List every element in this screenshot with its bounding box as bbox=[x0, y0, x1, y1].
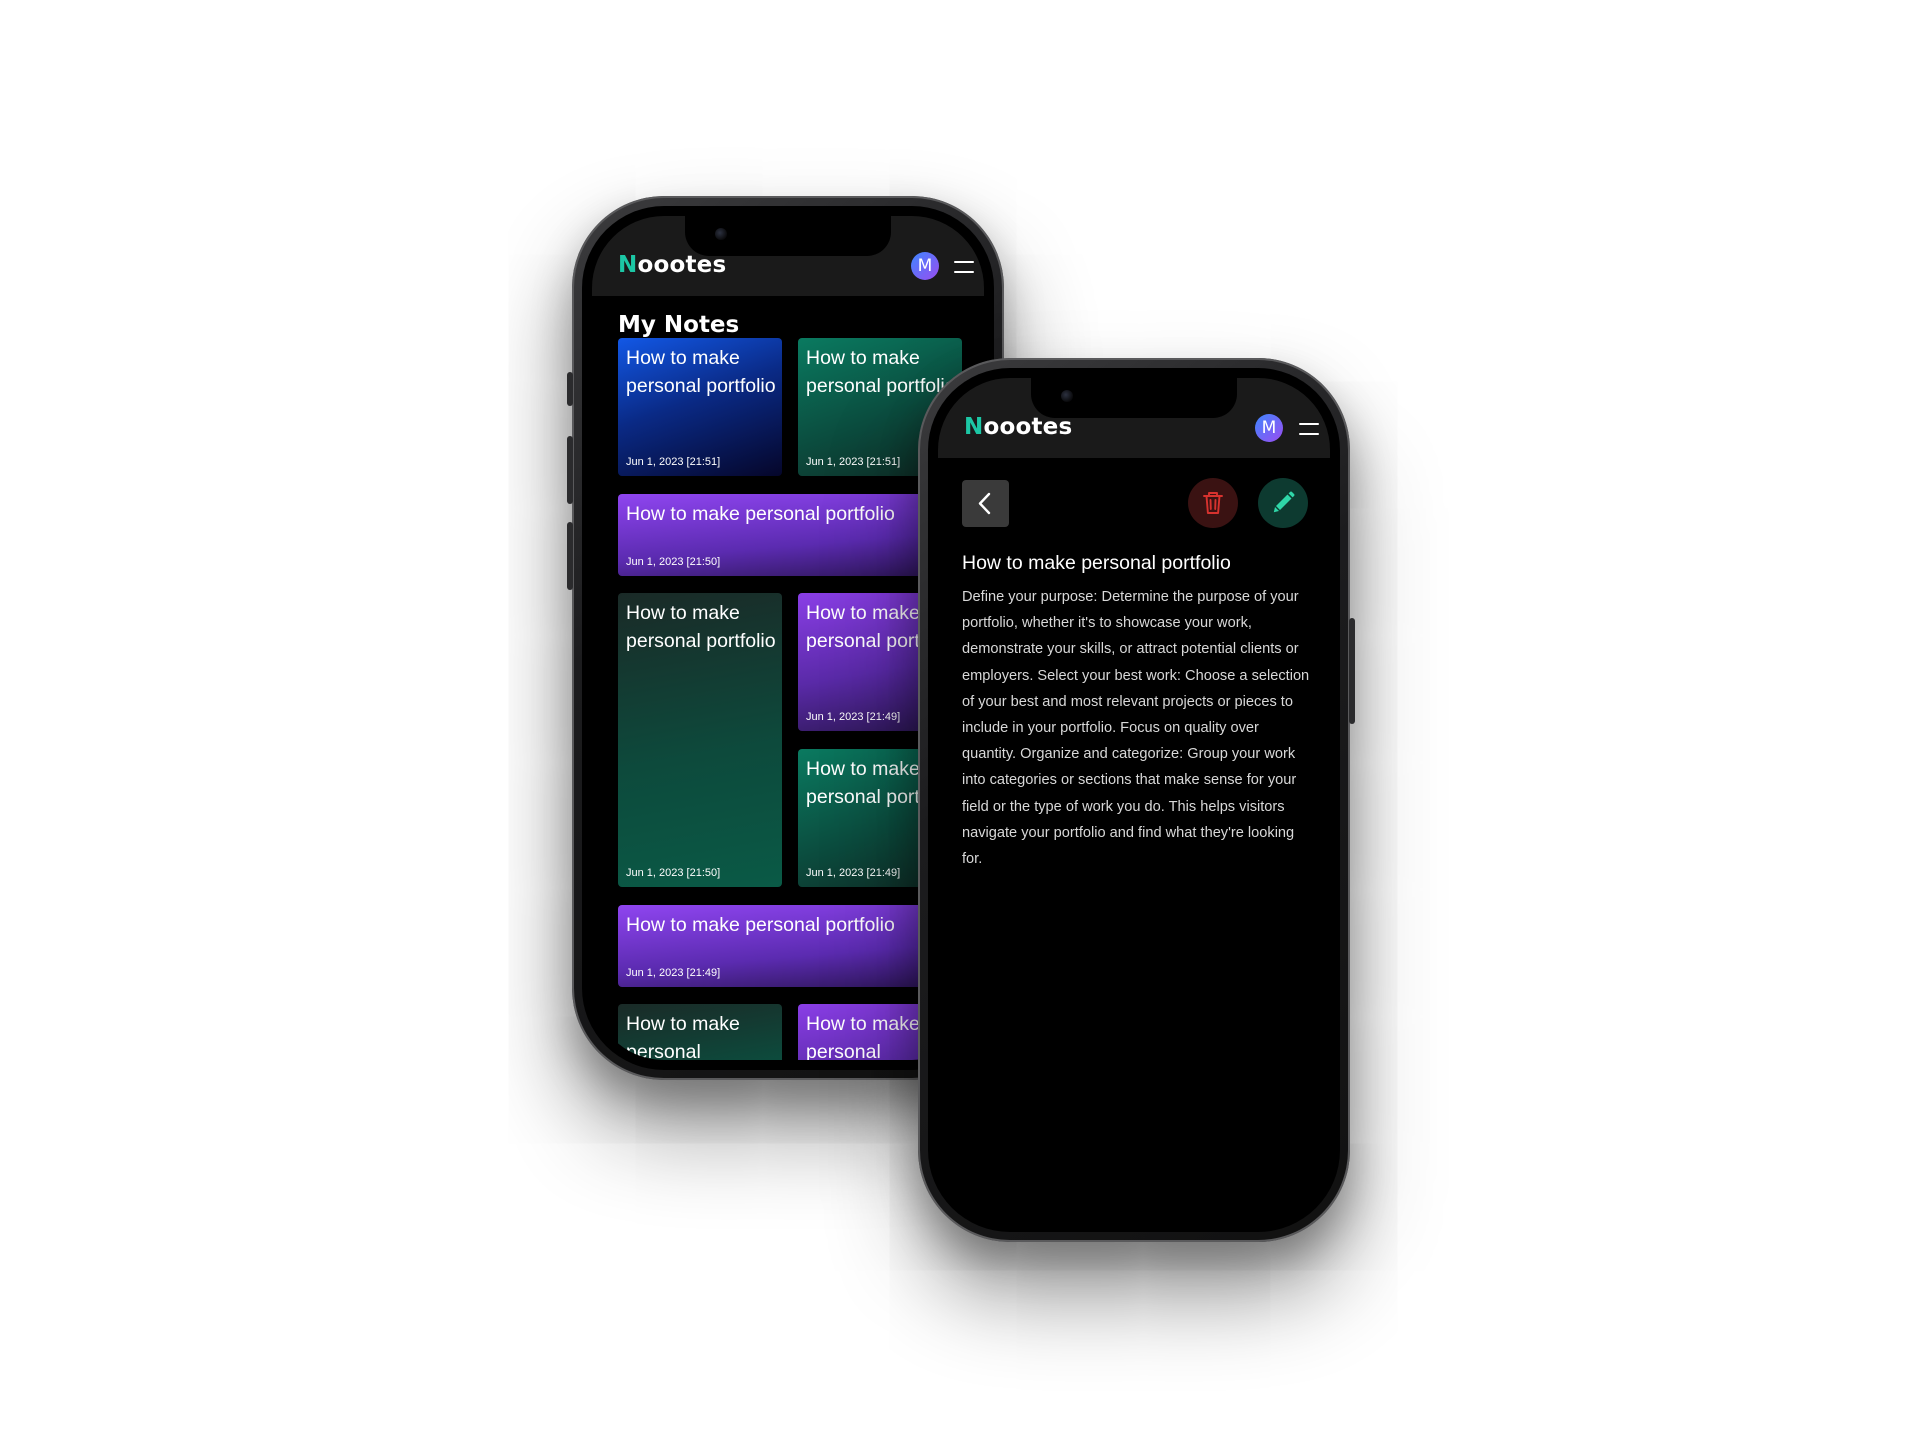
mockup-stage: Noootes M My Notes How to make personal … bbox=[0, 0, 1920, 1440]
pencil-icon bbox=[1273, 491, 1295, 513]
chevron-left-icon bbox=[978, 492, 991, 515]
edit-button[interactable] bbox=[1258, 478, 1308, 528]
note-date: Jun 1, 2023 [21:51] bbox=[626, 456, 721, 468]
notch bbox=[1031, 378, 1237, 418]
note-date: Jun 1, 2023 [21:49] bbox=[806, 867, 901, 879]
logo-initial: N bbox=[618, 252, 638, 278]
note-card[interactable]: How to make personal portfolio Jun 1, 20… bbox=[618, 593, 782, 887]
note-card[interactable]: How to make personal portfolio Jun 1, 20… bbox=[618, 905, 962, 987]
page-title: My Notes bbox=[618, 312, 740, 338]
detail-screen: Noootes M How to make personal portfolio… bbox=[938, 378, 1330, 1222]
phone-note-detail: Noootes M How to make personal portfolio… bbox=[918, 358, 1355, 1242]
note-date: Jun 1, 2023 [21:49] bbox=[806, 711, 901, 723]
hamburger-menu-icon[interactable] bbox=[1299, 423, 1319, 435]
note-date: Jun 1, 2023 [21:50] bbox=[626, 556, 721, 568]
note-title: How to make personal portfolio bbox=[626, 503, 895, 525]
note-title: How to make personal bbox=[626, 1013, 740, 1060]
note-date: Jun 1, 2023 [21:49] bbox=[626, 967, 721, 979]
front-camera-icon bbox=[1061, 390, 1073, 402]
note-card[interactable]: How to make personal bbox=[618, 1004, 782, 1060]
avatar[interactable]: M bbox=[911, 252, 939, 280]
trash-icon bbox=[1203, 492, 1223, 514]
note-title: How to make personal portfolio bbox=[626, 914, 895, 936]
note-date: Jun 1, 2023 [21:51] bbox=[806, 456, 901, 468]
notch bbox=[685, 216, 891, 256]
hamburger-menu-icon[interactable] bbox=[954, 261, 974, 273]
delete-button[interactable] bbox=[1188, 478, 1238, 528]
note-card[interactable]: How to make personal portfolio Jun 1, 20… bbox=[618, 494, 962, 576]
logo-initial: N bbox=[964, 414, 984, 440]
note-title: How to make personal portfolio bbox=[626, 347, 776, 397]
note-card[interactable]: How to make personal portfolio Jun 1, 20… bbox=[618, 338, 782, 476]
note-title: How to make personal portfolio bbox=[806, 347, 956, 397]
note-title: How to make personal portfolio bbox=[626, 602, 776, 652]
front-camera-icon bbox=[715, 228, 727, 240]
avatar[interactable]: M bbox=[1255, 414, 1283, 442]
back-button[interactable] bbox=[962, 480, 1009, 527]
note-date: Jun 1, 2023 [21:50] bbox=[626, 867, 721, 879]
note-body: Define your purpose: Determine the purpo… bbox=[962, 589, 1310, 868]
note-title: How to make personal portfolio bbox=[962, 552, 1231, 574]
